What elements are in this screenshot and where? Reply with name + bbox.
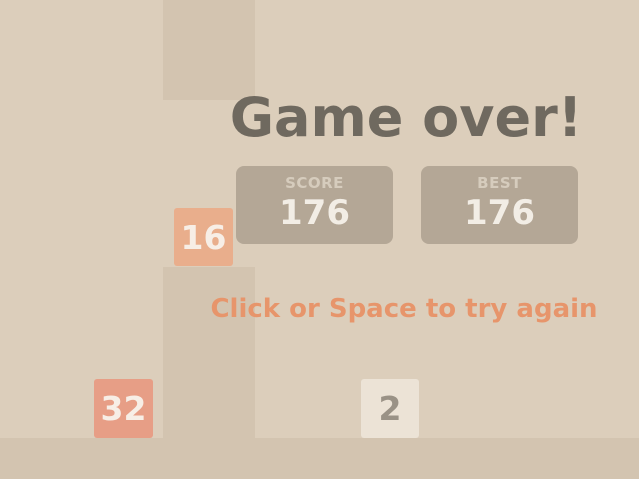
player-tile-16: 16 <box>174 208 233 266</box>
score-value: 176 <box>279 193 350 233</box>
game-over-title: Game over! <box>229 85 583 149</box>
ground-strip <box>0 438 639 479</box>
best-label: BEST <box>477 174 522 192</box>
tile-32: 32 <box>94 379 153 438</box>
best-score-panel: BEST 176 <box>421 166 578 244</box>
best-value: 176 <box>464 193 535 233</box>
score-panel: SCORE 176 <box>236 166 393 244</box>
score-label: SCORE <box>285 174 344 192</box>
retry-prompt[interactable]: Click or Space to try again <box>204 290 604 328</box>
tile-2: 2 <box>361 379 419 438</box>
